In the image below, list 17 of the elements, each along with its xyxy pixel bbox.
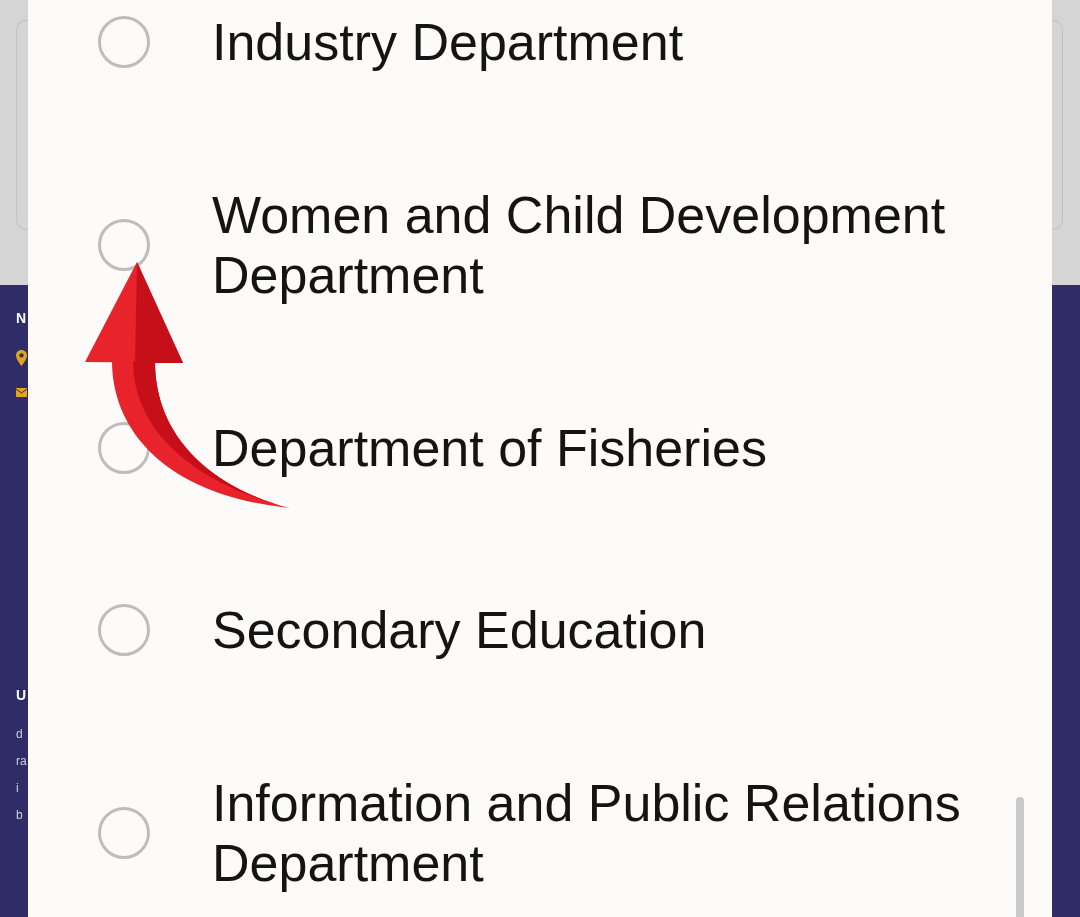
option-label[interactable]: Information and Public Relations Department <box>212 773 1012 893</box>
radio-button[interactable] <box>98 16 150 68</box>
footer-text: b <box>16 807 23 824</box>
radio-button[interactable] <box>98 604 150 656</box>
option-label[interactable]: Women and Child Development Department <box>212 185 1012 305</box>
footer-heading: U <box>16 686 27 704</box>
footer-heading: N <box>16 309 27 327</box>
scrollbar-thumb[interactable] <box>1016 797 1024 917</box>
radio-button[interactable] <box>98 219 150 271</box>
option-label[interactable]: Industry Department <box>212 12 1012 72</box>
option-label[interactable]: Department of Fisheries <box>212 418 1012 478</box>
radio-button[interactable] <box>98 807 150 859</box>
option-label[interactable]: Secondary Education <box>212 600 1012 660</box>
footer-text: i <box>16 780 19 797</box>
location-pin-icon <box>16 350 27 366</box>
footer-text: ra <box>16 753 27 770</box>
footer-text: d <box>16 726 23 743</box>
